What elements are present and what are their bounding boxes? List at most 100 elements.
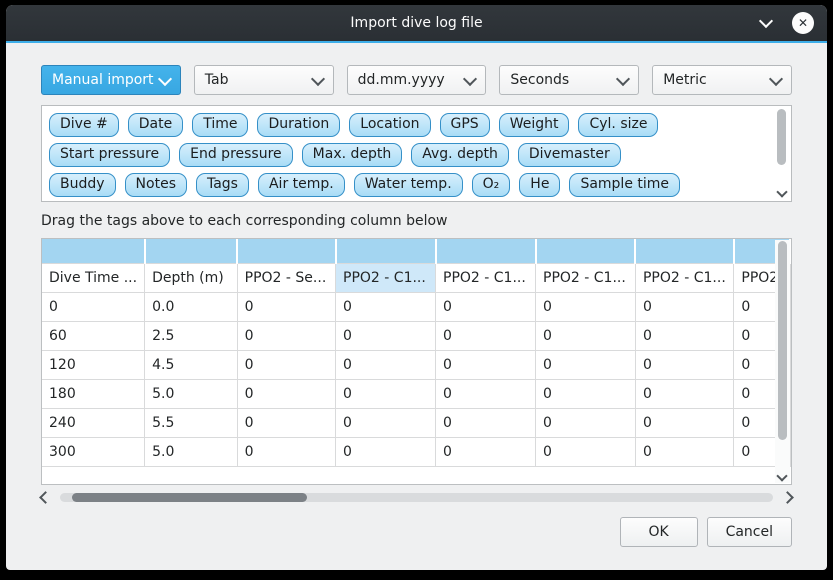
table-row: 602.5000000 [42,321,790,350]
field-tag-weight[interactable]: Weight [499,113,570,137]
tag-pool-scrollbar[interactable] [775,108,788,199]
dialog-body: Manual import Tab dd.mm.yyyy Seconds Met… [6,43,827,570]
table-cell: 0 [536,408,636,437]
field-tag-duration[interactable]: Duration [257,113,340,137]
table-cell: 0 [635,292,733,321]
ok-button[interactable]: OK [620,517,698,547]
titlebar-buttons: ✕ [756,12,827,34]
column-header: PPO2 - C1... [436,263,536,292]
field-separator-select[interactable]: Tab [194,65,334,95]
table-cell: 0.0 [145,292,238,321]
column-drop-target[interactable] [536,239,636,263]
field-tag-time[interactable]: Time [192,113,248,137]
table-cell: 0 [42,292,145,321]
table-cell: 0 [237,379,335,408]
field-tag-date[interactable]: Date [128,113,183,137]
field-tag-start-pressure[interactable]: Start pressure [49,143,170,167]
header-row: Dive Time ...Depth (m)PPO2 - Se...PPO2 -… [42,263,790,292]
table-cell: 0 [336,437,436,466]
instruction-text: Drag the tags above to each correspondin… [41,213,792,229]
table-cell: 0 [237,437,335,466]
column-header: Depth (m) [145,263,238,292]
table-row: 1204.5000000 [42,350,790,379]
table-cell: 0 [635,350,733,379]
chevron-down-icon [465,72,475,88]
table-scrollbar[interactable] [775,240,790,483]
horizontal-scrollbar[interactable] [41,490,792,505]
table-cell: 0 [336,408,436,437]
table-cell: 5.5 [145,408,238,437]
column-drop-target[interactable] [42,239,145,263]
field-tag-tags[interactable]: Tags [196,173,249,197]
table-row: 3005.0000000 [42,437,790,466]
time-format-select[interactable]: Seconds [499,65,639,95]
window-title: Import dive log file [6,15,827,31]
hscroll-thumb[interactable] [72,493,307,502]
field-tag-notes[interactable]: Notes [125,173,187,197]
field-tag-air-temp[interactable]: Air temp. [258,173,345,197]
scrollbar-thumb[interactable] [777,109,786,165]
field-tag-divemaster[interactable]: Divemaster [518,143,621,167]
column-drop-target[interactable] [635,239,733,263]
field-tag-max-depth[interactable]: Max. depth [302,143,403,167]
scrollbar-thumb[interactable] [778,241,787,440]
field-tag-end-pressure[interactable]: End pressure [179,143,293,167]
column-header: PPO2 - C1... [536,263,636,292]
table-row: 00.0000000 [42,292,790,321]
table-cell: 0 [336,379,436,408]
chevron-down-icon [313,72,323,88]
tag-rows: Dive # Date Time Duration Location GPS Weight C… [49,113,767,202]
table-cell: 0 [336,292,436,321]
table-cell: 0 [536,321,636,350]
column-drop-target[interactable] [145,239,238,263]
scroll-down-icon[interactable] [776,186,787,197]
combo-value: Manual import [52,72,154,88]
field-tag-o[interactable]: O₂ [472,173,511,197]
date-format-select[interactable]: dd.mm.yyyy [347,65,487,95]
scroll-right-icon[interactable] [781,491,794,504]
field-tag-he[interactable]: He [519,173,560,197]
scroll-left-icon[interactable] [39,491,52,504]
field-tag-sample-time[interactable]: Sample time [569,173,680,197]
titlebar[interactable]: Import dive log file ✕ [6,5,827,41]
table-cell: 0 [536,437,636,466]
tag-pool: Dive # Date Time Duration Location GPS Weight C… [41,105,792,202]
table-cell: 180 [42,379,145,408]
close-icon: ✕ [798,16,808,30]
field-tag-gps[interactable]: GPS [440,113,490,137]
table-cell: 0 [436,292,536,321]
column-header: Dive Time ... [42,263,145,292]
table-cell: 0 [436,408,536,437]
scroll-down-icon[interactable] [776,470,787,481]
table-cell: 0 [536,292,636,321]
column-drop-target[interactable] [237,239,335,263]
table-cell: 0 [237,408,335,437]
field-tag-water-temp[interactable]: Water temp. [354,173,463,197]
table-cell: 0 [536,350,636,379]
chevron-down-icon [160,72,170,88]
close-button[interactable]: ✕ [792,12,814,34]
table-cell: 0 [635,379,733,408]
field-tag-location[interactable]: Location [349,113,430,137]
column-drop-target[interactable] [436,239,536,263]
table-cell: 0 [237,350,335,379]
table-row: 1805.0000000 [42,379,790,408]
field-tag-cyl-size[interactable]: Cyl. size [578,113,658,137]
import-mode-select[interactable]: Manual import [41,65,181,95]
column-header: PPO2 - C1... [635,263,733,292]
table-row: 2405.5000000 [42,408,790,437]
units-select[interactable]: Metric [652,65,792,95]
table-cell: 0 [336,350,436,379]
shade-button[interactable] [756,13,776,33]
table-cell: 5.0 [145,437,238,466]
cancel-button[interactable]: Cancel [707,517,792,547]
table-cell: 0 [436,350,536,379]
hscroll-track[interactable] [60,493,773,502]
table-cell: 5.0 [145,379,238,408]
field-tag-dive[interactable]: Dive # [49,113,119,137]
field-tag-avg-depth[interactable]: Avg. depth [411,143,509,167]
table-cell: 0 [536,379,636,408]
field-tag-buddy[interactable]: Buddy [49,173,116,197]
column-drop-target[interactable] [336,239,436,263]
import-options-row: Manual import Tab dd.mm.yyyy Seconds Met… [41,65,792,95]
